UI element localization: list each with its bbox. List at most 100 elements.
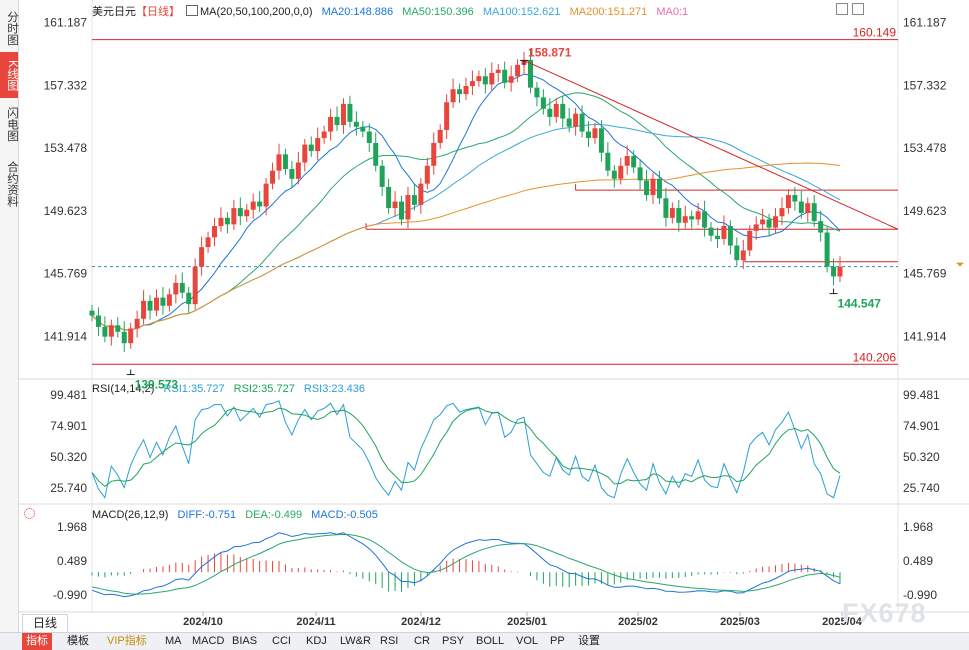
candle-body [115,325,121,332]
candle-body [457,89,463,95]
price-tick-right: 141.914 [903,329,947,343]
candle-body [231,208,237,225]
candle-body [721,225,727,240]
candle-body [689,216,695,220]
rsi-tick-right: 50.320 [903,450,940,464]
candle-body [308,144,314,152]
level-label: 140.206 [853,350,897,364]
candle-body [366,131,372,143]
price-tick-left: 149.623 [44,204,88,218]
candle-body [579,113,585,132]
candle-body [411,195,417,205]
period-selector[interactable]: 日线 [22,614,68,633]
candle-body [702,211,708,228]
rsi-tick-left: 99.481 [50,388,87,402]
price-tick-left: 153.478 [44,141,88,155]
candle-body [469,81,475,86]
x-tick-label: 2024/10 [183,616,223,628]
candle-body [386,186,392,209]
toolbar-settings[interactable]: 设置 [574,633,604,650]
candle-body [502,69,508,83]
toolbar-rsi[interactable]: RSI [376,633,402,650]
candle-body [631,155,637,168]
toolbar-macd[interactable]: MACD [188,633,228,650]
candle-body [257,201,263,207]
candle-body [837,266,843,277]
candle-body [540,97,546,109]
candle-body [321,131,327,139]
candle-body [205,237,211,248]
candle-body [805,203,811,213]
rsi2-line [91,407,841,488]
candle-body [766,219,772,228]
candle-body [656,178,662,199]
rsi-tick-left: 74.901 [50,419,87,433]
chart-area[interactable]: 160.149 140.206 158.871 139.573 144.547 161.… [0,0,969,632]
candle-body [824,232,830,267]
candle-body [463,85,469,95]
rsi-tick-left: 50.320 [50,450,87,464]
candle-body [779,208,785,217]
candle-body [676,208,682,223]
candle-body [373,142,379,166]
candle-body [160,297,166,306]
candle-body [282,154,288,170]
candle-body [831,266,837,277]
x-tick-label: 2025/03 [720,616,760,628]
candle-body [302,144,308,163]
toolbar-kdj[interactable]: KDJ [302,633,331,650]
candle-body [618,165,624,179]
rsi1-line [91,400,841,499]
candle-body [534,87,540,98]
candle-body [708,227,714,236]
ma50-line [91,92,841,331]
candle-body [740,250,746,261]
toolbar-vol[interactable]: VOL [512,633,542,650]
toolbar-cr[interactable]: CR [410,633,434,650]
candle-body [186,292,192,305]
candle-body [450,89,456,103]
toolbar-ma[interactable]: MA [161,633,186,650]
candle-body [237,208,243,217]
toolbar-template[interactable]: 模板 [63,633,93,650]
toolbar-cci[interactable]: CCI [268,633,295,650]
candle-body [560,103,566,119]
candle-body [173,282,179,295]
current-price-marker [956,262,964,267]
x-tick-label: 2024/12 [401,616,441,628]
candle-body [547,108,553,117]
candle-body [328,116,334,132]
price-tick-left: 145.769 [44,267,88,281]
candle-body [592,128,598,139]
candle-body [437,129,443,143]
candle-body [424,165,430,184]
annotation-label: 144.547 [838,297,882,311]
candle-body [695,211,701,220]
candle-body [714,235,720,240]
toolbar-indicator[interactable]: 指标 [22,633,52,650]
candle-body [515,64,521,77]
candle-body [224,217,230,225]
toolbar-bias[interactable]: BIAS [228,633,261,650]
toolbar-lwr[interactable]: LW&R [336,633,375,650]
candle-body [785,195,791,209]
candle-body [250,201,256,210]
candle-body [89,310,95,316]
candle-body [218,217,224,226]
candle-body [605,152,611,171]
ma20-line [91,73,841,331]
candle-body [566,118,572,127]
toolbar-boll[interactable]: BOLL [472,633,508,650]
toolbar-psy[interactable]: PSY [438,633,468,650]
toolbar-pp[interactable]: PP [546,633,569,650]
candle-body [360,126,366,132]
candle-body [166,294,172,306]
candle-body [508,76,514,83]
toolbar-vip[interactable]: VIP指标 [103,633,151,650]
candle-body [773,216,779,228]
candle-body [353,121,359,127]
candle-body [347,103,353,122]
candle-body [444,102,450,130]
price-tick-left: 141.914 [44,329,88,343]
bottom-toolbar: 指标 模板 VIP指标 MA MACD BIAS CCI KDJ LW&R RS… [0,632,969,650]
